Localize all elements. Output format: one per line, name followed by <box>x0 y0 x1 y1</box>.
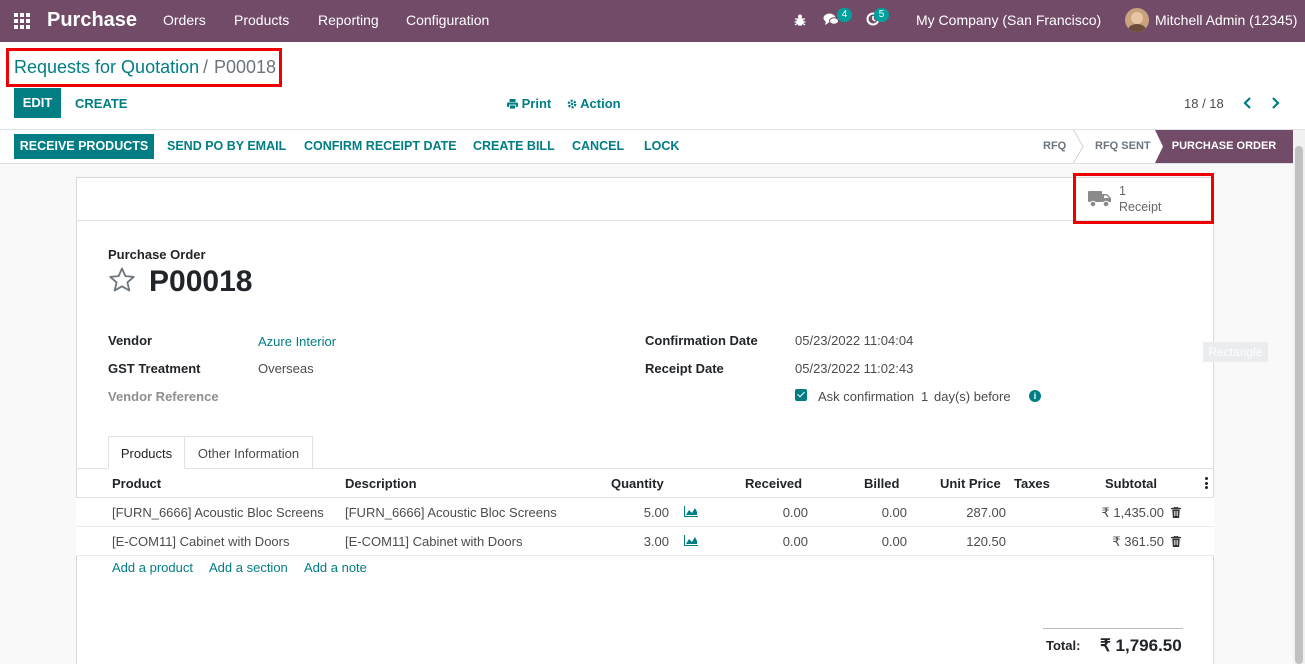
po-reference: P00018 <box>149 265 253 298</box>
ask-confirmation-label: Ask confirmation <box>818 389 915 404</box>
menu-products[interactable]: Products <box>234 12 289 28</box>
row-product[interactable]: [FURN_6666] Acoustic Bloc Screens <box>112 505 324 520</box>
edit-button[interactable]: EDIT <box>14 88 61 118</box>
row-product[interactable]: [E-COM11] Cabinet with Doors <box>112 534 290 549</box>
column-description[interactable]: Description <box>345 476 417 491</box>
doc-type-label: Purchase Order <box>108 247 206 262</box>
user-avatar[interactable] <box>1125 8 1149 32</box>
receipt-date-field[interactable]: 05/23/2022 11:02:43 <box>795 361 913 376</box>
confirmation-date-label: Confirmation Date <box>645 333 758 348</box>
stage-purchase-order[interactable]: PURCHASE ORDER <box>1155 130 1293 163</box>
gst-treatment-label: GST Treatment <box>108 361 201 376</box>
forecast-chart-icon[interactable] <box>684 506 698 517</box>
stage-separator <box>1073 130 1083 163</box>
row-description[interactable]: [E-COM11] Cabinet with Doors <box>345 534 523 549</box>
apps-menu-icon[interactable] <box>14 13 30 29</box>
breadcrumb-parent-link[interactable]: Requests for Quotation <box>14 57 199 78</box>
gear-icon <box>567 99 577 109</box>
row-unit-price[interactable]: 120.50 <box>930 534 1006 549</box>
receive-products-button[interactable]: RECEIVE PRODUCTS <box>14 134 154 159</box>
column-product[interactable]: Product <box>112 476 161 491</box>
company-switcher[interactable]: My Company (San Francisco) <box>916 12 1101 28</box>
forecast-chart-icon[interactable] <box>684 535 698 546</box>
column-billed[interactable]: Billed <box>864 476 899 491</box>
smart-button-box <box>76 177 1214 221</box>
row-unit-price[interactable]: 287.00 <box>930 505 1006 520</box>
column-received[interactable]: Received <box>745 476 802 491</box>
total-label: Total: <box>1046 638 1081 653</box>
row-billed[interactable]: 0.00 <box>850 534 907 549</box>
tab-other-information[interactable]: Other Information <box>185 436 313 469</box>
cancel-button[interactable]: CANCEL <box>572 139 624 153</box>
row-description[interactable]: [FURN_6666] Acoustic Bloc Screens <box>345 505 557 520</box>
add-section-link[interactable]: Add a section <box>209 560 288 575</box>
reminder-days-field[interactable]: 1 <box>921 389 928 404</box>
reminder-days-suffix: day(s) before <box>934 389 1011 404</box>
menu-configuration[interactable]: Configuration <box>406 12 489 28</box>
print-label: Print <box>521 96 552 111</box>
activities-count-badge: 5 <box>874 8 889 22</box>
app-name[interactable]: Purchase <box>47 9 137 32</box>
confirmation-date-field[interactable]: 05/23/2022 11:04:04 <box>795 333 913 348</box>
optional-columns-icon[interactable] <box>1205 477 1208 489</box>
total-divider <box>1043 628 1183 629</box>
star-icon[interactable] <box>108 266 136 294</box>
column-subtotal[interactable]: Subtotal <box>1105 476 1157 491</box>
column-quantity[interactable]: Quantity <box>611 476 664 491</box>
create-button[interactable]: CREATE <box>75 96 127 111</box>
info-icon[interactable]: i <box>1029 390 1041 402</box>
row-subtotal: ₹ 361.50 <box>1112 534 1164 549</box>
truck-icon[interactable] <box>1088 190 1112 208</box>
tab-products[interactable]: Products <box>108 436 185 469</box>
confirm-receipt-date-button[interactable]: CONFIRM RECEIPT DATE <box>304 139 457 153</box>
column-unit-price[interactable]: Unit Price <box>940 476 1001 491</box>
send-po-by-email-button[interactable]: SEND PO BY EMAIL <box>167 139 286 153</box>
pager-next-icon[interactable] <box>1271 97 1280 109</box>
add-product-link[interactable]: Add a product <box>112 560 193 575</box>
total-amount: ₹ 1,796.50 <box>1100 636 1182 655</box>
user-menu[interactable]: Mitchell Admin (12345) <box>1155 12 1297 28</box>
print-dropdown[interactable]: Print <box>507 96 551 111</box>
lock-button[interactable]: LOCK <box>644 139 679 153</box>
add-note-link[interactable]: Add a note <box>304 560 367 575</box>
bug-icon[interactable] <box>793 13 807 27</box>
row-received[interactable]: 0.00 <box>740 534 808 549</box>
trash-icon[interactable] <box>1171 536 1181 547</box>
messages-count-badge: 4 <box>837 8 852 22</box>
vendor-label: Vendor <box>108 333 153 348</box>
receipt-smart-button[interactable]: Receipt <box>1119 200 1161 214</box>
menu-orders[interactable]: Orders <box>163 12 206 28</box>
ask-confirmation-checkbox[interactable] <box>795 389 807 401</box>
ghost-tooltip: Rectangle <box>1203 342 1268 362</box>
receipt-date-label: Receipt Date <box>645 361 724 376</box>
pager-value[interactable]: 18 / 18 <box>1184 96 1224 111</box>
create-bill-button[interactable]: CREATE BILL <box>473 139 555 153</box>
menu-reporting[interactable]: Reporting <box>318 12 379 28</box>
stage-rfq[interactable]: RFQ <box>1043 140 1066 152</box>
row-quantity[interactable]: 3.00 <box>610 534 669 549</box>
column-taxes[interactable]: Taxes <box>1014 476 1050 491</box>
top-navbar: Purchase Orders Products Reporting Confi… <box>0 0 1305 42</box>
trash-icon[interactable] <box>1171 507 1181 518</box>
row-subtotal: ₹ 1,435.00 <box>1101 505 1165 520</box>
scrollbar-thumb[interactable] <box>1295 146 1303 664</box>
pager-previous-icon[interactable] <box>1243 97 1252 109</box>
breadcrumb-current: P00018 <box>214 57 277 77</box>
form-sheet <box>76 177 1214 664</box>
gst-treatment-field[interactable]: Overseas <box>258 361 314 376</box>
breadcrumb-separator: / <box>203 57 209 77</box>
row-received[interactable]: 0.00 <box>740 505 808 520</box>
row-billed[interactable]: 0.00 <box>850 505 907 520</box>
row-quantity[interactable]: 5.00 <box>610 505 669 520</box>
action-label: Action <box>580 96 621 111</box>
vendor-field[interactable]: Azure Interior <box>258 334 336 349</box>
print-icon <box>507 99 518 110</box>
stage-rfq-sent[interactable]: RFQ SENT <box>1095 140 1151 152</box>
vendor-reference-label: Vendor Reference <box>108 389 219 404</box>
action-dropdown[interactable]: Action <box>567 96 621 111</box>
receipt-count[interactable]: 1 <box>1119 184 1126 198</box>
